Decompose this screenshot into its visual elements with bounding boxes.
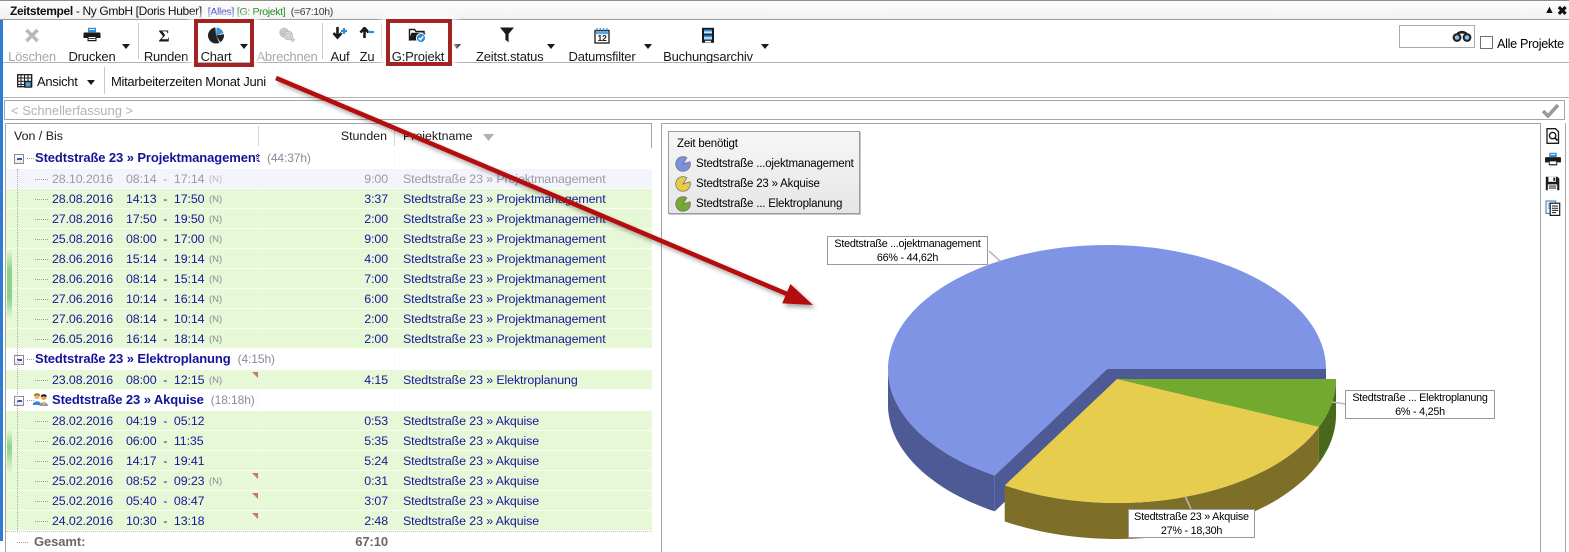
svg-text:Σ: Σ xyxy=(159,27,170,44)
svg-text:12: 12 xyxy=(598,33,608,43)
